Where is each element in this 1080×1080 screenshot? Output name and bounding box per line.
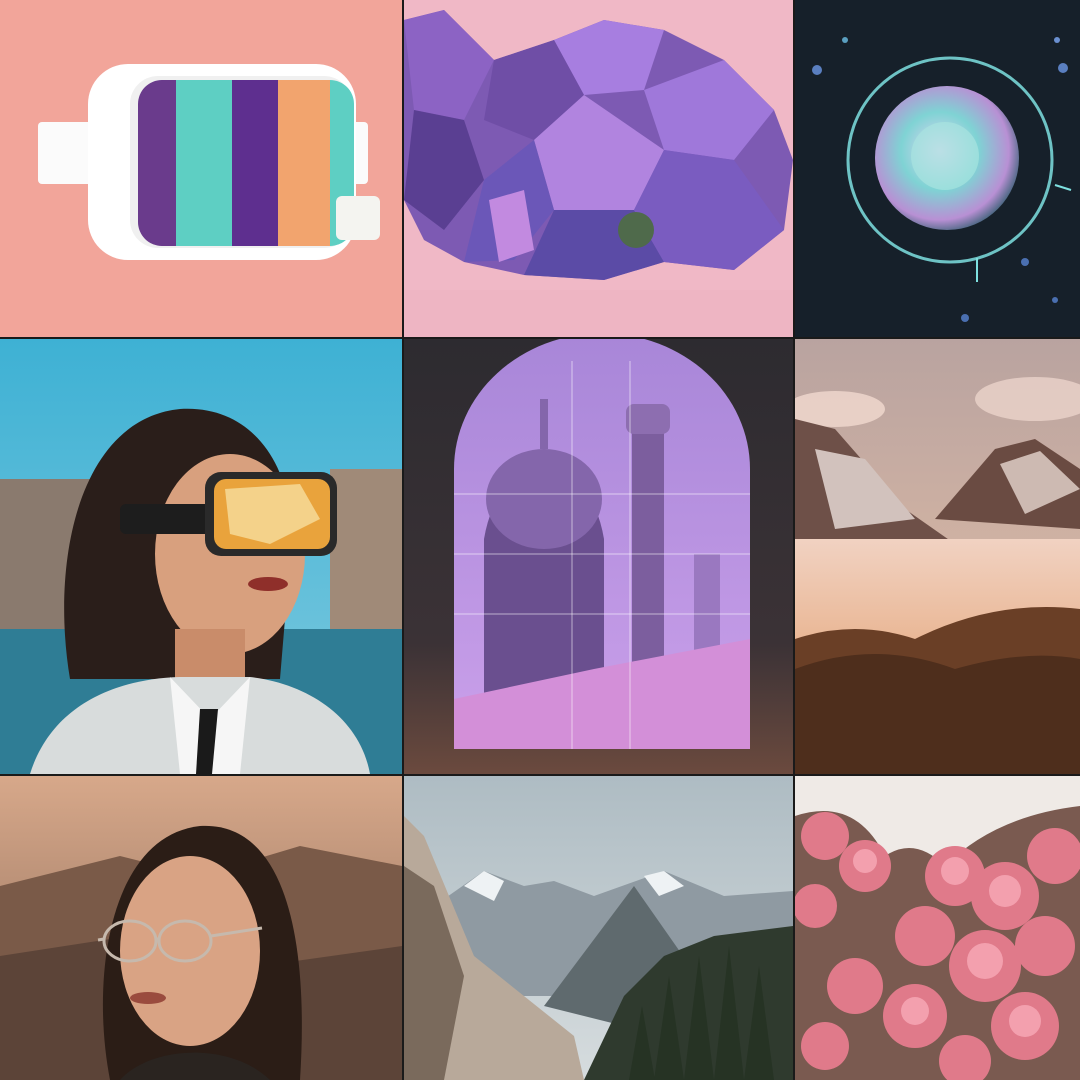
tile-woman-glasses bbox=[0, 776, 402, 1080]
tile-vr-headset bbox=[0, 0, 402, 337]
purple-crystal-rocks bbox=[404, 0, 793, 337]
tile-arched-temple bbox=[404, 339, 793, 774]
mountains-above-clouds bbox=[795, 339, 1080, 774]
glowing-orb-in-space bbox=[795, 0, 1080, 337]
vr-headset-illustration bbox=[0, 0, 402, 337]
woman-with-glasses-portrait bbox=[0, 776, 402, 1080]
alpine-valley-forest bbox=[404, 776, 793, 1080]
tile-mountains-clouds bbox=[795, 339, 1080, 774]
tile-purple-crystals bbox=[404, 0, 793, 337]
tile-pink-flowers bbox=[795, 776, 1080, 1080]
pink-flower-bush bbox=[795, 776, 1080, 1080]
tile-woman-vr-goggles bbox=[0, 339, 402, 774]
arched-window-temple bbox=[404, 339, 793, 774]
woman-with-vr-goggles bbox=[0, 339, 402, 774]
tile-glowing-orb bbox=[795, 0, 1080, 337]
tile-alpine-valley bbox=[404, 776, 793, 1080]
image-collage bbox=[0, 0, 1080, 1080]
